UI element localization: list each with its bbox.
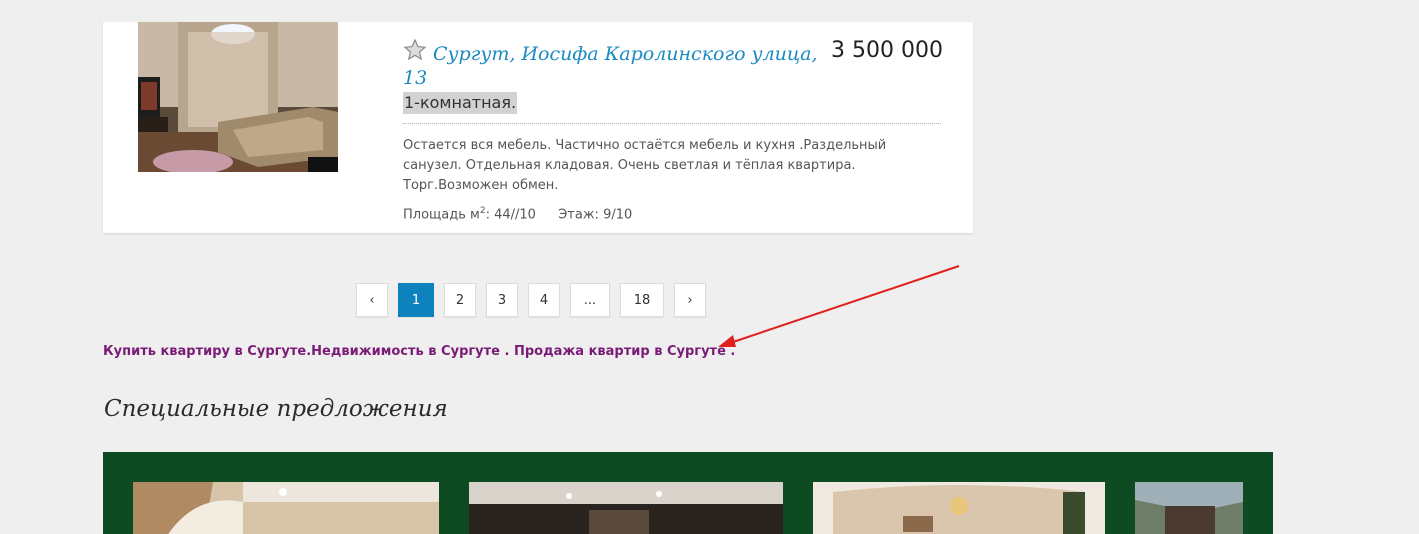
listing-title-link[interactable]: Сургут, Иосифа Каролинского улица, 13 xyxy=(403,42,823,90)
seo-link[interactable]: Купить квартиру в Сургуте.Недвижимость в… xyxy=(103,344,735,359)
special-offers-heading: Специальные предложения xyxy=(104,396,448,422)
floor-label: Этаж: xyxy=(558,207,599,223)
pagination-page-2[interactable]: 2 xyxy=(444,283,476,317)
special-offers-panel xyxy=(103,452,1273,534)
listing-rooms: 1-комнатная. xyxy=(403,92,518,114)
listing-card: Сургут, Иосифа Каролинского улица, 13 3 … xyxy=(103,22,973,233)
listing-photo[interactable] xyxy=(138,22,338,172)
pagination-ellipsis[interactable]: ... xyxy=(570,283,610,317)
special-offer-card[interactable] xyxy=(133,482,439,534)
special-offer-card[interactable] xyxy=(1135,482,1243,534)
apartment-photo xyxy=(138,22,338,172)
pagination-page-18[interactable]: 18 xyxy=(620,283,664,317)
special-offer-photo xyxy=(469,482,783,534)
special-offer-photo xyxy=(813,482,1105,534)
special-offer-card[interactable] xyxy=(813,482,1105,534)
pagination: ‹ 1 2 3 4 ... 18 › xyxy=(356,283,706,317)
pagination-page-3[interactable]: 3 xyxy=(486,283,518,317)
special-offer-photo xyxy=(133,482,439,534)
area-value: : 44//10 xyxy=(485,207,536,223)
pagination-page-1[interactable]: 1 xyxy=(398,283,434,317)
listing-meta: Площадь м2: 44//10 Этаж: 9/10 xyxy=(403,206,632,222)
floor-value: 9/10 xyxy=(603,207,633,223)
special-offer-card[interactable] xyxy=(469,482,783,534)
pagination-page-4[interactable]: 4 xyxy=(528,283,560,317)
listing-description: Остается вся мебель. Частично остаётся м… xyxy=(403,138,887,193)
annotation-arrow-icon xyxy=(718,265,960,347)
pagination-prev-button[interactable]: ‹ xyxy=(356,283,388,317)
special-offer-photo xyxy=(1135,482,1243,534)
listing-divider xyxy=(403,123,941,124)
listing-price: 3 500 000 xyxy=(831,38,943,63)
area-label: Площадь м xyxy=(403,207,480,223)
